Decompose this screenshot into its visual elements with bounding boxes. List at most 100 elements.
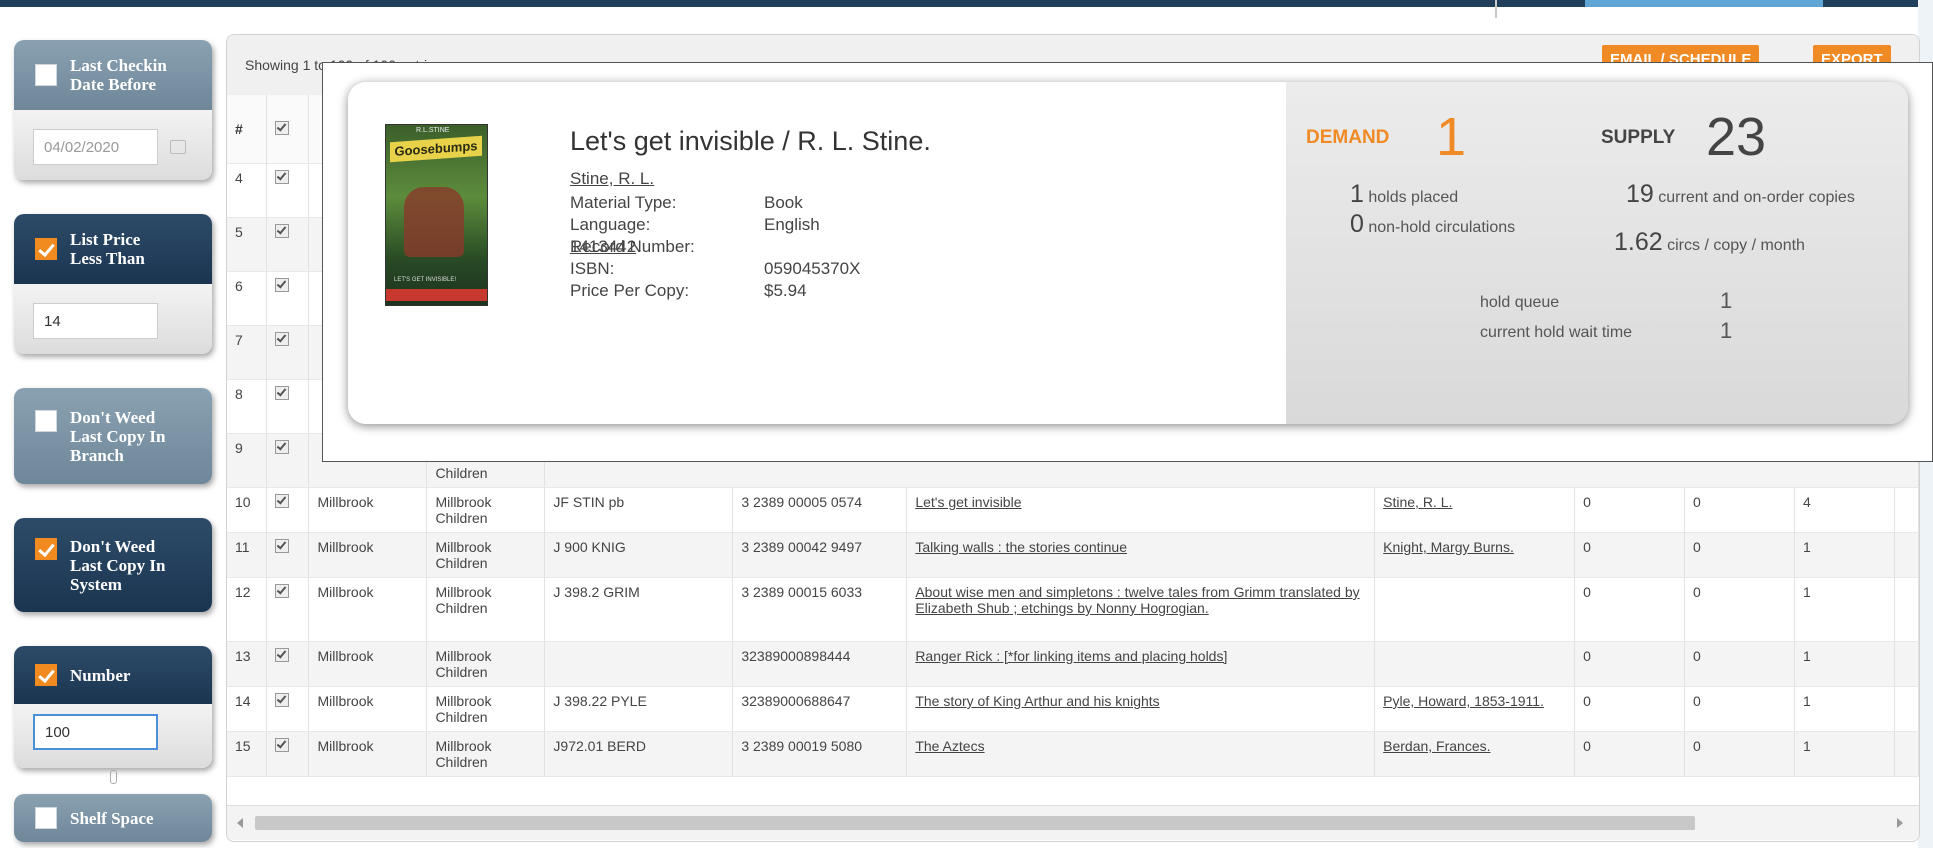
row-checkbox[interactable] xyxy=(275,648,290,662)
scroll-thumb[interactable] xyxy=(255,816,1695,830)
row-title-cell[interactable]: The story of King Arthur and his knights xyxy=(906,686,1376,732)
row-checkbox[interactable] xyxy=(275,584,290,598)
resize-handle-icon[interactable] xyxy=(110,770,117,784)
scroll-right-arrow-icon[interactable] xyxy=(1897,818,1903,828)
row-check[interactable] xyxy=(266,686,310,732)
scroll-left-arrow-icon[interactable] xyxy=(237,818,243,828)
row-count-1: 0 xyxy=(1574,731,1686,777)
filter-shelf-space-header[interactable]: Shelf Space xyxy=(14,794,212,842)
row-check[interactable] xyxy=(266,577,310,642)
row-checkbox[interactable] xyxy=(275,278,290,292)
row-title-cell[interactable]: Let's get invisible xyxy=(906,487,1376,533)
row-check[interactable] xyxy=(266,433,310,488)
row-barcode: 3 2389 00005 0574 xyxy=(732,487,908,533)
filter-list-price: List Price Less Than xyxy=(14,214,212,354)
last-checkin-date-input[interactable] xyxy=(33,129,158,165)
row-check[interactable] xyxy=(266,641,310,687)
row-checkbox[interactable] xyxy=(275,440,290,454)
meta-value: $5.94 xyxy=(764,281,807,300)
filter-label: Number xyxy=(70,665,131,685)
row-call-number: J 900 KNIG xyxy=(544,532,734,578)
row-title-link[interactable]: Ranger Rick : [*for linking items and pl… xyxy=(915,648,1227,664)
row-count-1: 0 xyxy=(1574,577,1686,642)
row-count-2: 0 xyxy=(1684,731,1795,777)
top-bar-accent xyxy=(1585,0,1823,7)
row-author-cell[interactable]: Knight, Margy Burns. xyxy=(1374,532,1576,578)
row-author-cell[interactable]: Pyle, Howard, 1853-1911. xyxy=(1374,686,1576,732)
row-checkbox[interactable] xyxy=(275,386,290,400)
filter-label: Don't Weed Last Copy In Branch xyxy=(70,407,166,465)
select-all-checkbox[interactable] xyxy=(275,120,290,135)
cover-author-text: R.L.STINE xyxy=(416,127,450,134)
dont-weed-system-checkbox[interactable] xyxy=(35,538,57,560)
row-title-cell[interactable]: The Aztecs xyxy=(906,731,1376,777)
row-title-link[interactable]: Talking walls : the stories continue xyxy=(915,539,1127,555)
col-number-header[interactable]: # xyxy=(227,95,268,164)
hold-queue-label: hold queue xyxy=(1480,294,1560,311)
row-check[interactable] xyxy=(266,532,310,578)
calendar-icon[interactable] xyxy=(170,140,186,154)
filter-last-checkin-header[interactable]: Last Checkin Date Before xyxy=(14,40,212,110)
number-input[interactable] xyxy=(33,714,158,750)
row-count-2: 0 xyxy=(1684,577,1795,642)
row-checkbox[interactable] xyxy=(275,494,290,508)
book-author-link[interactable]: Stine, R. L. xyxy=(570,169,654,189)
list-price-checkbox[interactable] xyxy=(35,238,57,260)
cover-title-text: LET'S GET INVISIBLE! xyxy=(394,277,457,283)
shelf-space-checkbox[interactable] xyxy=(35,807,57,829)
row-check[interactable] xyxy=(266,325,310,380)
row-title-link[interactable]: Let's get invisible xyxy=(915,494,1021,510)
hold-queue-value: 1 xyxy=(1720,288,1733,313)
row-call-number: J 398.22 PYLE xyxy=(544,686,734,732)
row-title-link[interactable]: The story of King Arthur and his knights xyxy=(915,693,1159,709)
row-checkbox[interactable] xyxy=(275,738,290,752)
row-check[interactable] xyxy=(266,217,310,272)
row-check[interactable] xyxy=(266,271,310,326)
filter-list-price-body xyxy=(14,284,212,354)
row-count-2: 0 xyxy=(1684,641,1795,687)
row-title-cell[interactable]: Talking walls : the stories continue xyxy=(906,532,1376,578)
row-author-link[interactable]: Pyle, Howard, 1853-1911. xyxy=(1383,693,1544,709)
row-checkbox[interactable] xyxy=(275,332,290,346)
number-checkbox[interactable] xyxy=(35,664,57,686)
row-author-link[interactable]: Berdan, Frances. xyxy=(1383,738,1490,754)
row-title-cell[interactable]: About wise men and simpletons : twelve t… xyxy=(906,577,1376,642)
filter-dont-weed-branch-header[interactable]: Don't Weed Last Copy In Branch xyxy=(14,388,212,484)
row-check[interactable] xyxy=(266,379,310,434)
filter-number-header[interactable]: Number xyxy=(14,646,212,704)
row-author-cell[interactable]: Stine, R. L. xyxy=(1374,487,1576,533)
row-check[interactable] xyxy=(266,731,310,777)
col-select-all[interactable] xyxy=(266,95,310,164)
row-title-link[interactable]: The Aztecs xyxy=(915,738,984,754)
row-checkbox[interactable] xyxy=(275,539,290,553)
table-row: 11 Millbrook Millbrook Children J 900 KN… xyxy=(227,532,1919,578)
holds-placed-label: holds placed xyxy=(1368,189,1459,206)
row-author-cell xyxy=(1374,641,1576,687)
dont-weed-branch-checkbox[interactable] xyxy=(35,410,57,432)
row-checkbox[interactable] xyxy=(275,224,290,238)
list-price-input[interactable] xyxy=(33,303,158,339)
meta-value: English xyxy=(764,215,820,234)
row-checkbox[interactable] xyxy=(275,693,290,707)
filter-dont-weed-system-header[interactable]: Don't Weed Last Copy In System xyxy=(14,518,212,612)
filter-list-price-header[interactable]: List Price Less Than xyxy=(14,214,212,284)
last-checkin-checkbox[interactable] xyxy=(35,64,57,86)
row-author-cell[interactable]: Berdan, Frances. xyxy=(1374,731,1576,777)
current-copies-label: current and on-order copies xyxy=(1658,189,1855,206)
row-count-2: 0 xyxy=(1684,686,1795,732)
row-branch: Millbrook xyxy=(308,487,428,533)
meta-key: Language: xyxy=(570,215,651,234)
demand-value: 1 xyxy=(1436,107,1467,167)
hold-wait-label: current hold wait time xyxy=(1480,324,1633,341)
row-check[interactable] xyxy=(266,487,310,533)
row-checkbox[interactable] xyxy=(275,170,290,184)
circs-stat: 1.62 circs / copy / month xyxy=(1614,228,1805,257)
row-check[interactable] xyxy=(266,163,310,218)
row-author-link[interactable]: Stine, R. L. xyxy=(1383,494,1452,510)
horizontal-scrollbar[interactable] xyxy=(227,805,1919,840)
row-count-1: 0 xyxy=(1574,686,1686,732)
row-title-cell[interactable]: Ranger Rick : [*for linking items and pl… xyxy=(906,641,1376,687)
row-author-link[interactable]: Knight, Margy Burns. xyxy=(1383,539,1514,555)
row-num: 7 xyxy=(227,325,268,380)
row-title-link[interactable]: About wise men and simpletons : twelve t… xyxy=(915,584,1359,616)
